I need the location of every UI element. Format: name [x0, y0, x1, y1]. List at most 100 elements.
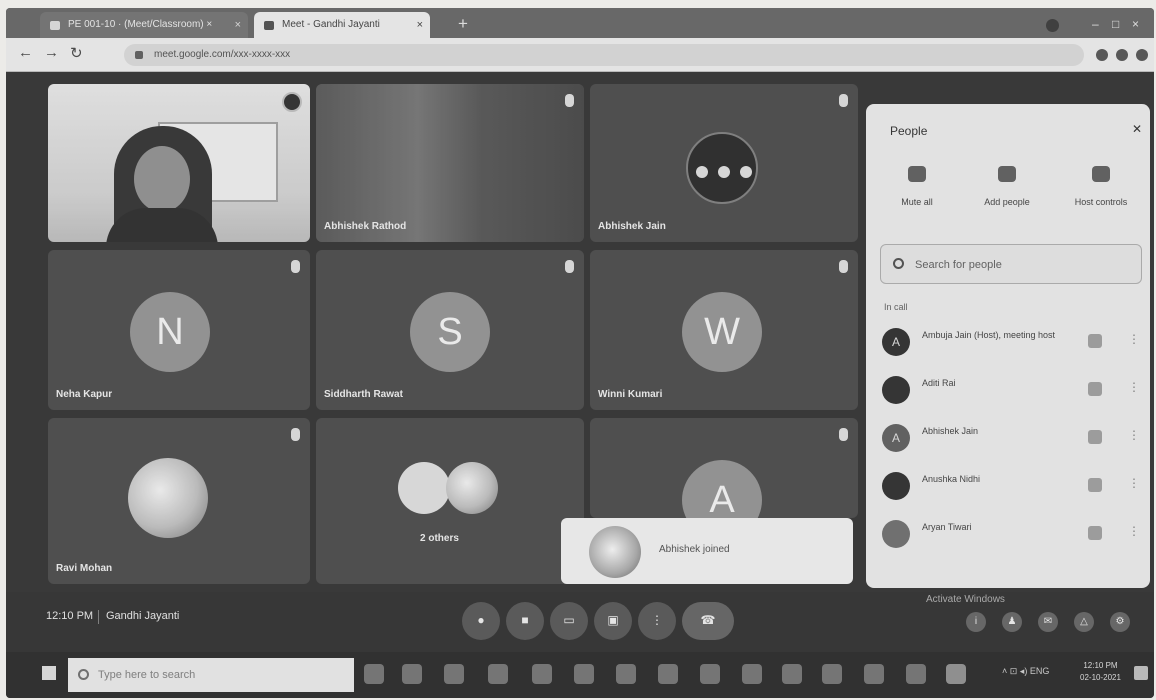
remove-icon[interactable]: [282, 92, 302, 112]
remove-icon[interactable]: [740, 166, 752, 178]
app-icon[interactable]: [700, 664, 720, 684]
close-icon[interactable]: ×: [235, 12, 241, 38]
mic-off-icon[interactable]: [1088, 526, 1102, 540]
people-icon[interactable]: ♟: [1002, 612, 1022, 632]
app-icon[interactable]: [444, 664, 464, 684]
section-label: In call: [884, 302, 908, 312]
video-tile[interactable]: A: [590, 418, 858, 518]
clock-date: 02-10-2021: [1080, 673, 1121, 682]
video-tile-group[interactable]: 2 others: [316, 418, 584, 584]
more-icon[interactable]: ⋮: [1128, 524, 1140, 538]
chat-icon[interactable]: ✉: [1038, 612, 1058, 632]
close-icon[interactable]: ×: [417, 12, 423, 38]
more-icon[interactable]: ⋮: [1128, 476, 1140, 490]
info-icon[interactable]: i: [966, 612, 986, 632]
participant-row[interactable]: Aryan Tiwari ⋮: [876, 514, 1146, 554]
participant-row[interactable]: A Abhishek Jain ⋮: [876, 418, 1146, 458]
profile-icon[interactable]: [1046, 19, 1059, 32]
store-icon[interactable]: [742, 664, 762, 684]
avatar: A: [882, 424, 910, 452]
more-icon[interactable]: ⋮: [1128, 428, 1140, 442]
taskbar-clock[interactable]: 12:10 PM 02-10-2021: [1080, 660, 1121, 684]
app-icon[interactable]: [822, 664, 842, 684]
lock-icon: [135, 51, 143, 59]
app-icon[interactable]: [532, 664, 552, 684]
join-notification: Abhishek joined: [561, 518, 853, 584]
address-bar[interactable]: meet.google.com/xxx-xxxx-xxx: [124, 44, 1084, 66]
more-icon[interactable]: ⋮: [1128, 332, 1140, 346]
app-icon[interactable]: [616, 664, 636, 684]
url-text: meet.google.com/xxx-xxxx-xxx: [154, 49, 291, 60]
avatar: A: [882, 328, 910, 356]
participant-row[interactable]: Aditi Rai ⋮: [876, 370, 1146, 410]
search-icon: [893, 258, 904, 269]
browser-tab[interactable]: PE 001-10 · (Meet/Classroom) × ×: [40, 12, 248, 38]
windows-start-icon[interactable]: [42, 666, 56, 680]
video-tile[interactable]: S Siddharth Rawat: [316, 250, 584, 410]
file-explorer-icon[interactable]: [402, 664, 422, 684]
app-icon[interactable]: [864, 664, 884, 684]
mic-off-icon[interactable]: [1088, 382, 1102, 396]
video-tile[interactable]: Abhishek Rathod: [316, 84, 584, 242]
mic-off-icon: [565, 94, 574, 107]
video-tile[interactable]: Ravi Mohan: [48, 418, 310, 584]
app-icon[interactable]: [574, 664, 594, 684]
forward-icon[interactable]: →: [44, 44, 59, 61]
app-icon[interactable]: [658, 664, 678, 684]
browser-tab-strip: PE 001-10 · (Meet/Classroom) × × Meet - …: [6, 8, 1154, 38]
app-icon[interactable]: [782, 664, 802, 684]
more-icon[interactable]: ⋮: [1128, 380, 1140, 394]
mute-all-button[interactable]: Mute all: [872, 166, 962, 210]
video-tile-self[interactable]: Abhishek Jain: [590, 84, 858, 242]
participant-row[interactable]: A Ambuja Jain (Host), meeting host ⋮: [876, 322, 1146, 362]
mic-off-icon[interactable]: [1088, 430, 1102, 444]
video-tile[interactable]: N Neha Kapur: [48, 250, 310, 410]
host-controls-button[interactable]: Host controls: [1056, 166, 1146, 210]
leave-call-button[interactable]: ☎: [682, 602, 734, 640]
search-input[interactable]: Search for people: [880, 244, 1142, 284]
app-icon[interactable]: [488, 664, 508, 684]
mic-button[interactable]: ●: [462, 602, 500, 640]
host-controls-icon[interactable]: ⚙: [1110, 612, 1130, 632]
avatar: [882, 520, 910, 548]
video-tile[interactable]: W Winni Kumari: [590, 250, 858, 410]
captions-button[interactable]: ▭: [550, 602, 588, 640]
more-options-button[interactable]: ⋮: [638, 602, 676, 640]
new-tab-button[interactable]: +: [458, 14, 468, 34]
avatar: W: [682, 292, 762, 372]
camera-button[interactable]: ■: [506, 602, 544, 640]
avatar: S: [410, 292, 490, 372]
notification-icon[interactable]: [1134, 666, 1148, 680]
mic-off-icon[interactable]: [1088, 334, 1102, 348]
captions-icon: ▭: [563, 613, 575, 627]
mic-off-icon[interactable]: [1088, 478, 1102, 492]
mic-off-icon: [839, 260, 848, 273]
camera-icon: ■: [521, 613, 529, 627]
star-icon[interactable]: [1116, 49, 1128, 61]
app-icon-active[interactable]: [946, 664, 966, 684]
participant-row[interactable]: Anushka Nidhi ⋮: [876, 466, 1146, 506]
close-icon[interactable]: ✕: [1132, 122, 1142, 136]
back-icon[interactable]: ←: [18, 44, 33, 61]
taskbar-search-input[interactable]: Type here to search: [68, 658, 354, 692]
pin-icon[interactable]: [696, 166, 708, 178]
add-people-button[interactable]: Add people: [962, 166, 1052, 210]
close-window-icon[interactable]: ×: [1132, 17, 1139, 31]
menu-icon[interactable]: [1136, 49, 1148, 61]
activities-icon[interactable]: △: [1074, 612, 1094, 632]
reload-icon[interactable]: ↻: [70, 44, 83, 62]
maximize-icon[interactable]: □: [1112, 17, 1119, 31]
extension-icon[interactable]: [1096, 49, 1108, 61]
system-tray[interactable]: ˄ ⊡ ◂) ENG: [1002, 666, 1049, 677]
video-tile-presenter[interactable]: [48, 84, 310, 242]
blurred-video: [316, 84, 584, 242]
minimize-icon[interactable]: –: [1092, 17, 1099, 31]
browser-tab-active[interactable]: Meet - Gandhi Jayanti ×: [254, 12, 430, 38]
mic-off-icon[interactable]: [718, 166, 730, 178]
chrome-icon[interactable]: [906, 664, 926, 684]
meet-stage: Abhishek Rathod Abhishek Jain N Neha Kap…: [6, 72, 1154, 592]
mic-off-icon: [839, 428, 848, 441]
hang-up-icon: ☎: [700, 613, 716, 627]
task-view-icon[interactable]: [364, 664, 384, 684]
present-button[interactable]: ▣: [594, 602, 632, 640]
